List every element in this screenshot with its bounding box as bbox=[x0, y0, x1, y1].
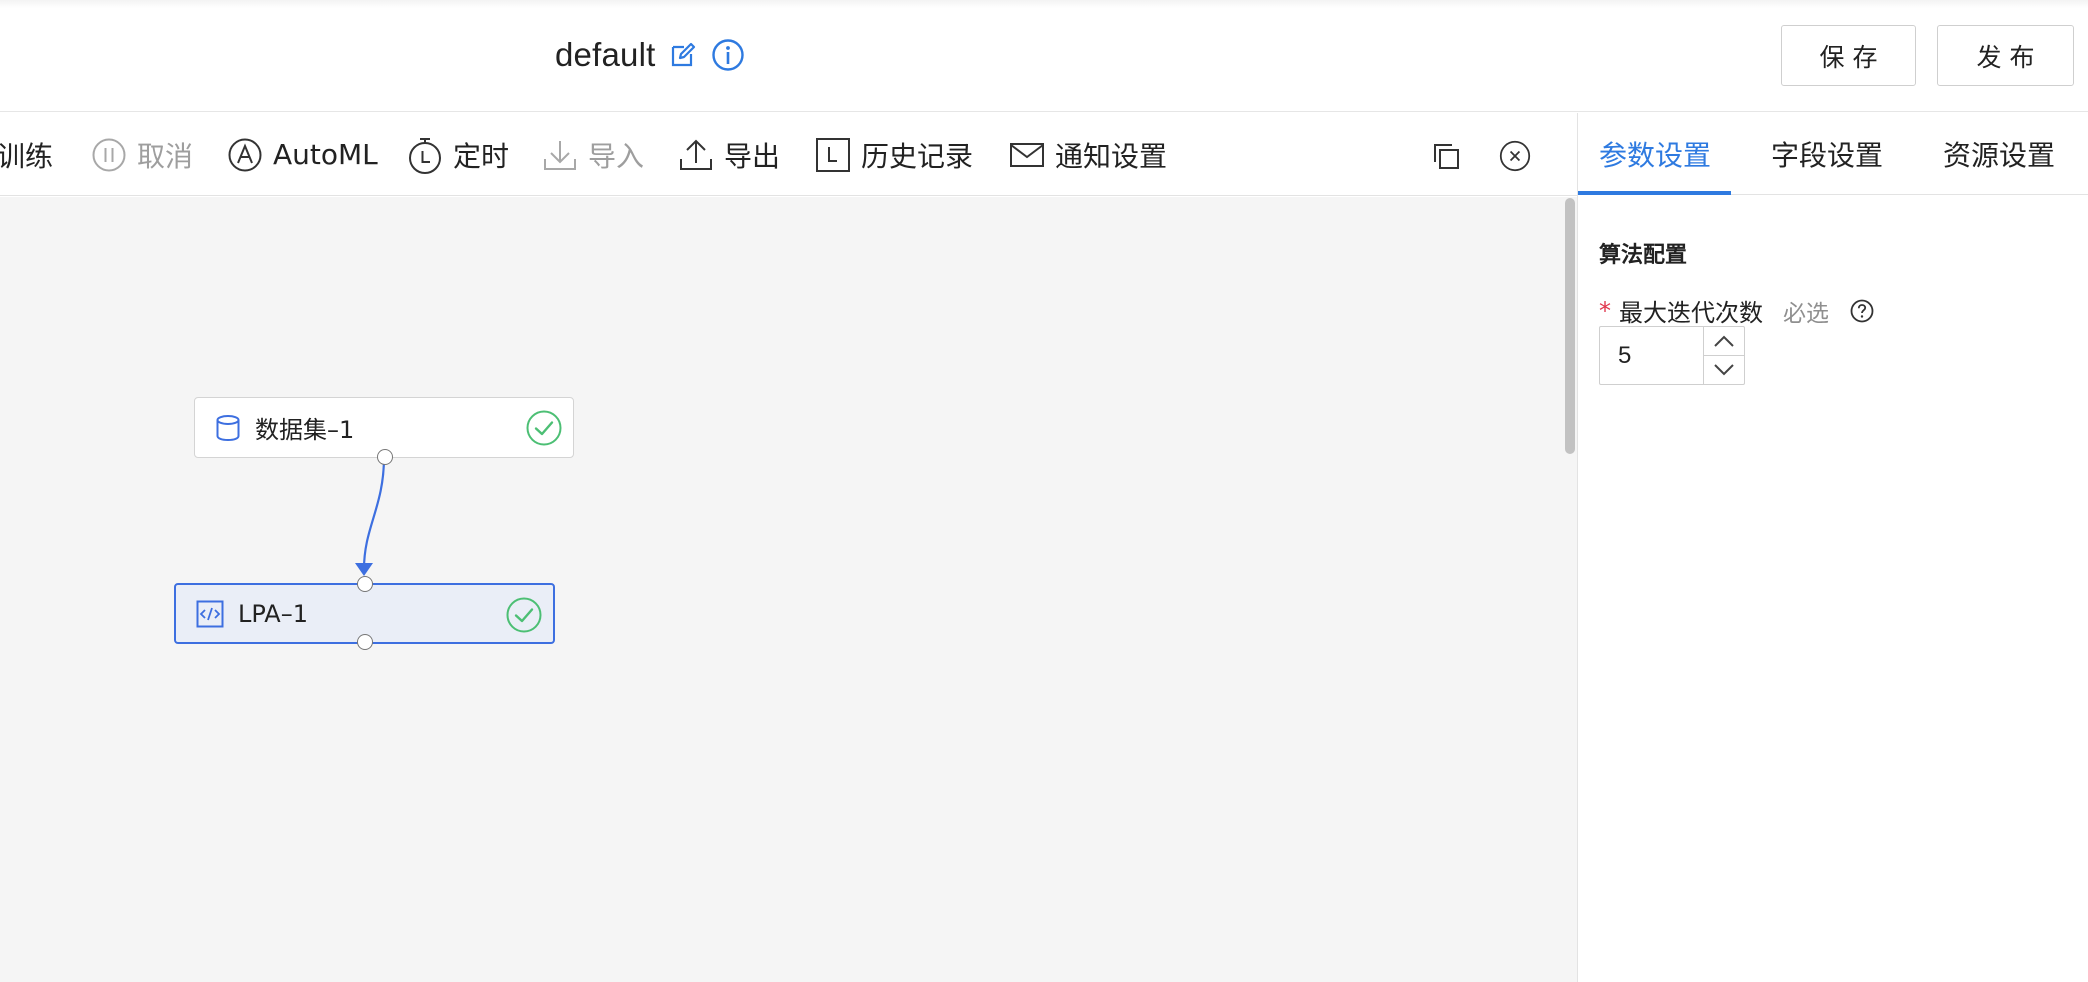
stepper-increment-button[interactable] bbox=[1704, 327, 1744, 355]
title-bar: default bbox=[555, 30, 745, 80]
help-icon[interactable] bbox=[1849, 298, 1875, 324]
arrowhead-icon bbox=[355, 563, 373, 576]
canvas-scrollbar-thumb[interactable] bbox=[1565, 198, 1575, 454]
import-label: 导入 bbox=[588, 139, 645, 173]
mail-icon bbox=[1009, 141, 1045, 169]
tab-resource-settings[interactable]: 资源设置 bbox=[1943, 113, 2055, 195]
required-tag: 必选 bbox=[1783, 300, 1829, 327]
publish-button[interactable]: 发布 bbox=[1937, 25, 2074, 86]
history-label: 历史记录 bbox=[861, 139, 974, 173]
export-button[interactable]: 导出 bbox=[678, 113, 780, 196]
output-port[interactable] bbox=[377, 449, 393, 465]
history-button[interactable]: 历史记录 bbox=[815, 113, 973, 196]
database-icon bbox=[215, 414, 241, 442]
stepper-decrement-button[interactable] bbox=[1704, 355, 1744, 384]
automl-button[interactable]: AutoML bbox=[227, 113, 378, 196]
max-iterations-label: * 最大迭代次数 必选 bbox=[1599, 293, 1875, 328]
info-icon[interactable] bbox=[711, 38, 745, 72]
tab-field-settings[interactable]: 字段设置 bbox=[1771, 113, 1883, 195]
page-title: default bbox=[555, 36, 656, 73]
import-icon bbox=[542, 137, 578, 173]
output-port[interactable] bbox=[357, 634, 373, 650]
import-button[interactable]: 导入 bbox=[542, 113, 644, 196]
train-label: 训练 bbox=[0, 139, 54, 173]
active-tab-indicator bbox=[1578, 191, 1731, 195]
cancel-label: 取消 bbox=[137, 139, 194, 173]
close-circle-icon[interactable] bbox=[1499, 140, 1531, 172]
save-button[interactable]: 保存 bbox=[1781, 25, 1916, 86]
flow-canvas[interactable]: 数据集–1 LPA–1 bbox=[0, 197, 1565, 982]
input-port[interactable] bbox=[357, 576, 373, 592]
tab-param-settings[interactable]: 参数设置 bbox=[1599, 113, 1711, 195]
export-label: 导出 bbox=[724, 139, 781, 173]
history-icon bbox=[815, 137, 851, 173]
code-icon bbox=[196, 600, 224, 628]
node-lpa[interactable]: LPA–1 bbox=[174, 576, 555, 650]
automl-a-icon bbox=[227, 137, 263, 173]
chevron-up-icon bbox=[1713, 334, 1735, 348]
field-label-text: 最大迭代次数 bbox=[1619, 299, 1763, 327]
timer-icon bbox=[407, 135, 443, 175]
schedule-label: 定时 bbox=[453, 139, 510, 173]
copy-icon[interactable] bbox=[1430, 140, 1462, 172]
required-mark: * bbox=[1599, 296, 1611, 325]
automl-label: AutoML bbox=[273, 138, 378, 171]
notify-settings-button[interactable]: 通知设置 bbox=[1009, 113, 1167, 196]
train-button[interactable]: 训练 bbox=[0, 113, 53, 196]
panel-tabs: 参数设置 字段设置 资源设置 bbox=[1578, 113, 2088, 195]
export-icon bbox=[678, 137, 714, 173]
top-header: default 保存 发布 bbox=[0, 0, 2088, 112]
section-title: 算法配置 bbox=[1599, 243, 1688, 268]
node-dataset[interactable]: 数据集–1 bbox=[194, 397, 574, 465]
edit-icon[interactable] bbox=[669, 41, 697, 69]
max-iterations-stepper bbox=[1599, 326, 1745, 385]
toolbar: 训练 取消 AutoML 定时 导入 导出 历史记录 通知设置 bbox=[0, 113, 1577, 196]
max-iterations-input[interactable] bbox=[1600, 327, 1703, 384]
notify-settings-label: 通知设置 bbox=[1055, 139, 1168, 173]
node-dataset-label: 数据集–1 bbox=[255, 416, 355, 444]
success-check-icon bbox=[525, 409, 563, 447]
chevron-down-icon bbox=[1713, 363, 1735, 377]
success-check-icon bbox=[505, 596, 543, 634]
node-lpa-label: LPA–1 bbox=[238, 599, 308, 628]
properties-panel: 参数设置 字段设置 资源设置 算法配置 * 最大迭代次数 必选 bbox=[1577, 113, 2088, 982]
pause-circle-icon bbox=[91, 137, 127, 173]
stepper-arrows bbox=[1703, 327, 1744, 384]
schedule-button[interactable]: 定时 bbox=[407, 113, 509, 196]
cancel-button[interactable]: 取消 bbox=[91, 113, 193, 196]
